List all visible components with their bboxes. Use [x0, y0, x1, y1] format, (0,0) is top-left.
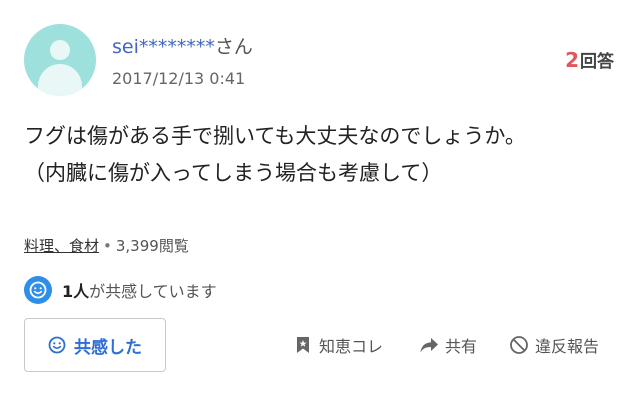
question-meta: 料理、食材 • 3,399閲覧 [24, 235, 189, 256]
report-label: 違反報告 [535, 337, 600, 356]
smiley-icon [48, 336, 66, 354]
empathy-summary: 1人 が共感しています [24, 276, 217, 304]
smiley-icon [24, 276, 52, 304]
empathy-button[interactable]: 共感した [24, 318, 166, 372]
question-text: フグは傷がある手で捌いても大丈夫なのでしょうか。 （内臓に傷が入ってしまう場合も… [24, 118, 620, 192]
avatar-body-shape [38, 64, 82, 96]
share-label: 共有 [445, 337, 478, 356]
empathy-count: 1人 [62, 282, 90, 301]
empathy-button-label: 共感した [74, 337, 142, 358]
user-suffix: さん [214, 36, 253, 58]
bookmark-label: 知恵コレ [319, 337, 384, 356]
answer-count-number: 2 [565, 48, 579, 72]
empathy-text: が共感しています [89, 282, 217, 301]
bookmark-icon [297, 337, 309, 353]
question-line: （内臓に傷が入ってしまう場合も考慮して） [24, 161, 443, 185]
category-link[interactable]: 料理、食材 [24, 237, 99, 255]
user-avatar[interactable] [24, 24, 96, 96]
avatar-head-shape [50, 40, 70, 60]
report-button[interactable]: 違反報告 [509, 333, 599, 357]
user-name-link[interactable]: sei******** [112, 36, 215, 58]
answer-count[interactable]: 2回答 [565, 47, 614, 72]
share-arrow-icon [420, 338, 438, 353]
meta-separator: • [103, 237, 112, 255]
bookmark-button[interactable]: 知恵コレ [293, 333, 383, 357]
post-date: 2017/12/13 0:41 [112, 69, 246, 88]
prohibited-icon [510, 336, 528, 354]
share-button[interactable]: 共有 [419, 333, 477, 357]
view-count: 3,399閲覧 [115, 237, 189, 255]
question-line: フグは傷がある手で捌いても大丈夫なのでしょうか。 [24, 124, 526, 148]
answer-count-label: 回答 [580, 52, 614, 72]
user-line: sei********さん [112, 32, 253, 59]
